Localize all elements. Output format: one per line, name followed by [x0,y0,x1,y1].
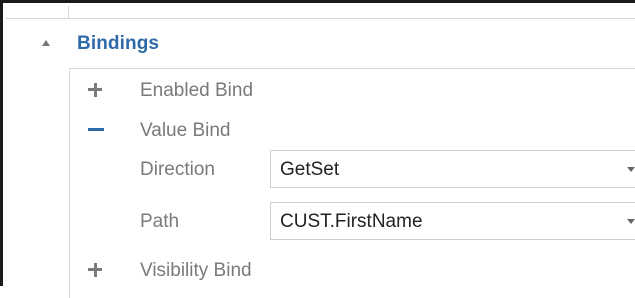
bind-label-enabled: Enabled Bind [140,80,254,101]
bind-row-visibility[interactable]: Visibility Bind [70,255,635,285]
plus-icon[interactable] [84,75,104,105]
direction-row: Direction GetSet [70,150,635,190]
bindings-group: Enabled Bind Value Bind Direction GetSet… [69,68,635,298]
section-title: Bindings [77,33,160,54]
triangle-up-icon[interactable] [42,40,50,46]
path-value: CUST.FirstName [280,211,423,232]
path-dropdown[interactable]: CUST.FirstName [270,202,635,240]
column-divider [68,6,69,18]
bind-label-visibility: Visibility Bind [140,260,252,281]
bind-row-value[interactable]: Value Bind [70,115,635,145]
minus-icon[interactable] [84,115,104,145]
plus-icon[interactable] [84,255,104,285]
path-label: Path [140,211,180,232]
properties-panel: Bindings Enabled Bind Value Bind Directi… [0,0,635,298]
dropdown-caret-icon[interactable] [627,167,635,172]
dropdown-caret-icon[interactable] [627,219,635,224]
bindings-section-header[interactable]: Bindings [6,25,635,65]
direction-dropdown[interactable]: GetSet [270,150,635,188]
bind-label-value: Value Bind [140,120,231,141]
path-row: Path CUST.FirstName [70,202,635,242]
top-divider [6,6,635,19]
bind-row-enabled[interactable]: Enabled Bind [70,75,635,105]
direction-label: Direction [140,159,215,180]
direction-value: GetSet [280,159,340,180]
